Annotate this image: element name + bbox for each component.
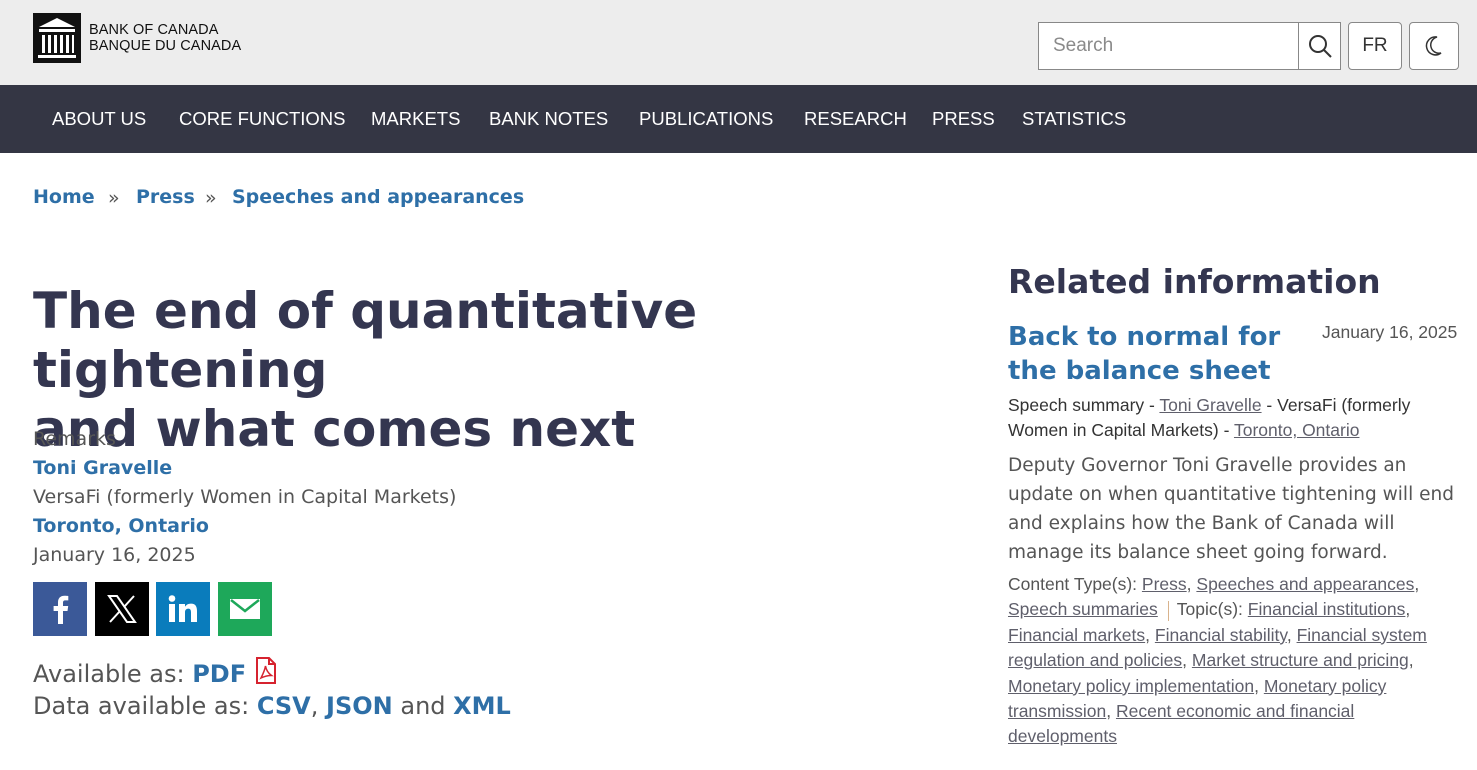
top-header: BANK OF CANADA BANQUE DU CANADA FR	[0, 0, 1477, 85]
tag-link[interactable]: Speeches and appearances	[1196, 574, 1414, 594]
page-title-line-2: and what comes next	[33, 400, 636, 458]
data-available-as: Data available as: CSV, JSON and XML	[33, 692, 511, 720]
main-navigation: ABOUT US CORE FUNCTIONS MARKETS BANK NOT…	[0, 85, 1477, 153]
share-email-button[interactable]	[218, 582, 272, 636]
share-x-button[interactable]	[95, 582, 149, 636]
and-text: and	[400, 692, 446, 720]
x-icon	[107, 595, 137, 623]
related-item-byline: Speech summary - Toni Gravelle - VersaFi…	[1008, 395, 1411, 440]
nav-item-bank-notes[interactable]: BANK NOTES	[489, 85, 608, 153]
data-available-label: Data available as:	[33, 692, 250, 720]
breadcrumb-separator: »	[108, 187, 120, 209]
share-facebook-button[interactable]	[33, 582, 87, 636]
nav-item-publications[interactable]: PUBLICATIONS	[639, 85, 773, 153]
location-link[interactable]: Toronto, Ontario	[33, 515, 209, 537]
tag-link[interactable]: Monetary policy implementation	[1008, 676, 1254, 696]
tag-link[interactable]: Speech summaries	[1008, 599, 1158, 619]
nav-item-markets[interactable]: MARKETS	[371, 85, 460, 153]
moon-icon	[1425, 36, 1442, 56]
available-as: Available as: PDF	[33, 657, 278, 688]
logo-text: BANK OF CANADA BANQUE DU CANADA	[89, 22, 241, 54]
search-input[interactable]	[1039, 23, 1298, 69]
publication-date: January 16, 2025	[33, 544, 196, 566]
search-button[interactable]	[1298, 23, 1340, 69]
language-toggle-button[interactable]: FR	[1348, 22, 1402, 70]
nav-item-press[interactable]: PRESS	[932, 85, 995, 153]
breadcrumb-speeches[interactable]: Speeches and appearances	[232, 186, 524, 208]
email-icon	[230, 599, 260, 619]
breadcrumb-separator: »	[205, 187, 217, 209]
related-item-tags: Content Type(s): Press, Speeches and app…	[1008, 574, 1427, 747]
breadcrumb-home[interactable]: Home	[33, 186, 95, 208]
nav-item-about-us[interactable]: ABOUT US	[52, 85, 146, 153]
byline-prefix: Speech summary	[1008, 395, 1145, 415]
pdf-link[interactable]: PDF	[192, 660, 246, 688]
tag-link[interactable]: Financial institutions	[1248, 599, 1406, 619]
csv-link[interactable]: CSV	[257, 692, 311, 720]
tag-link[interactable]: Financial markets	[1008, 625, 1145, 645]
related-item-title-link[interactable]: Back to normal for the balance sheet	[1008, 320, 1308, 388]
content-types-label: Content Type(s):	[1008, 574, 1138, 594]
nav-item-research[interactable]: RESEARCH	[804, 85, 907, 153]
search-box	[1038, 22, 1341, 70]
topics-label: Topic(s):	[1176, 599, 1243, 620]
related-information-heading: Related information	[1008, 262, 1381, 301]
logo-line-fr: BANQUE DU CANADA	[89, 38, 242, 54]
tag-link[interactable]: Financial stability	[1155, 625, 1287, 645]
page-title-line-1: The end of quantitative tightening	[33, 282, 698, 399]
dark-mode-button[interactable]	[1409, 22, 1459, 70]
nav-item-core-functions[interactable]: CORE FUNCTIONS	[179, 85, 346, 153]
content-type-label: Remarks	[33, 428, 116, 450]
related-item-description: Deputy Governor Toni Gravelle provides a…	[1008, 455, 1454, 563]
speaker-link[interactable]: Toni Gravelle	[33, 457, 172, 479]
xml-link[interactable]: XML	[453, 692, 511, 720]
share-linkedin-button[interactable]	[156, 582, 210, 636]
bank-building-icon	[33, 13, 81, 63]
page-title: The end of quantitative tightening and w…	[33, 282, 933, 459]
facebook-icon	[53, 595, 69, 624]
byline-location-link[interactable]: Toronto, Ontario	[1234, 420, 1359, 440]
tag-divider	[1167, 600, 1169, 621]
linkedin-icon	[168, 595, 197, 622]
organization: VersaFi (formerly Women in Capital Marke…	[33, 486, 457, 508]
breadcrumb-press[interactable]: Press	[136, 186, 195, 208]
byline-speaker-link[interactable]: Toni Gravelle	[1159, 395, 1261, 415]
json-link[interactable]: JSON	[326, 692, 393, 720]
nav-item-statistics[interactable]: STATISTICS	[1022, 85, 1126, 153]
available-as-label: Available as:	[33, 660, 185, 688]
tag-link[interactable]: Press	[1142, 574, 1187, 594]
logo-line-en: BANK OF CANADA	[89, 22, 219, 38]
pdf-icon[interactable]	[254, 657, 278, 684]
related-item-date: January 16, 2025	[1322, 322, 1458, 342]
bank-of-canada-logo[interactable]: BANK OF CANADA BANQUE DU CANADA	[33, 13, 241, 63]
tag-link[interactable]: Market structure and pricing	[1192, 650, 1409, 670]
search-icon	[1308, 35, 1332, 58]
